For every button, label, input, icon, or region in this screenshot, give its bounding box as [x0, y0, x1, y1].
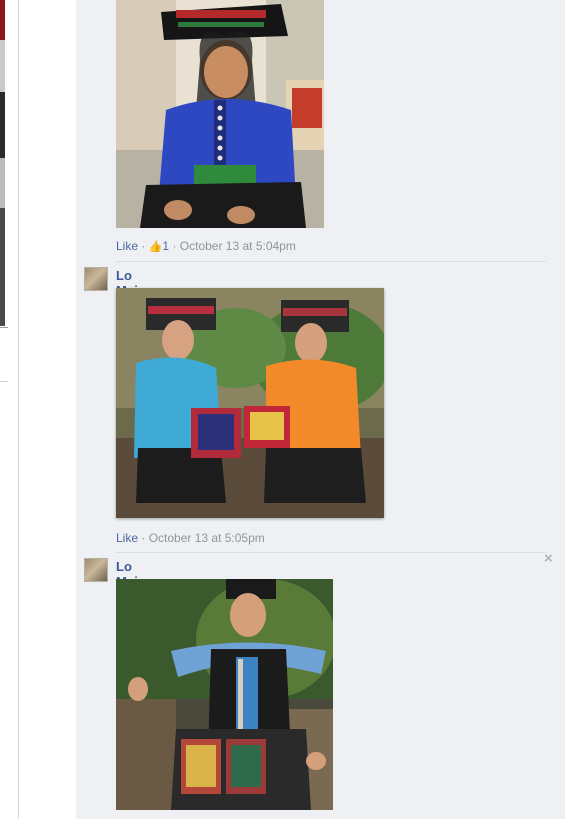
thumbs-up-icon[interactable]: 👍	[149, 241, 163, 253]
left-thumbnail[interactable]	[0, 208, 5, 326]
meta-separator: ·	[172, 239, 177, 253]
column-divider	[18, 0, 19, 819]
comment-timestamp[interactable]: October 13 at 5:05pm	[149, 531, 265, 545]
left-divider	[0, 381, 8, 382]
left-thumbnail[interactable]	[0, 0, 5, 40]
left-panel-strip	[0, 0, 6, 819]
left-thumbnail[interactable]	[0, 158, 5, 208]
meta-separator: ·	[141, 239, 146, 253]
comment-photo[interactable]	[116, 0, 324, 228]
comment-divider	[116, 261, 546, 262]
comment-meta: Like · 👍1 · October 13 at 5:04pm	[116, 239, 296, 253]
like-link[interactable]: Like	[116, 531, 138, 545]
avatar[interactable]	[84, 558, 108, 582]
left-divider	[0, 327, 8, 328]
left-thumbnail[interactable]	[0, 40, 5, 92]
left-thumbnail[interactable]	[0, 92, 5, 158]
close-icon[interactable]: ×	[544, 550, 553, 567]
avatar[interactable]	[84, 267, 108, 291]
comment-divider	[116, 552, 546, 553]
comment-photo[interactable]	[116, 288, 384, 518]
like-link[interactable]: Like	[116, 239, 138, 253]
comment-meta: Like · October 13 at 5:05pm	[116, 531, 265, 545]
comment-timestamp[interactable]: October 13 at 5:04pm	[180, 239, 296, 253]
comment-photo[interactable]	[116, 579, 333, 810]
like-count[interactable]: 1	[162, 239, 169, 253]
meta-separator: ·	[141, 531, 146, 545]
